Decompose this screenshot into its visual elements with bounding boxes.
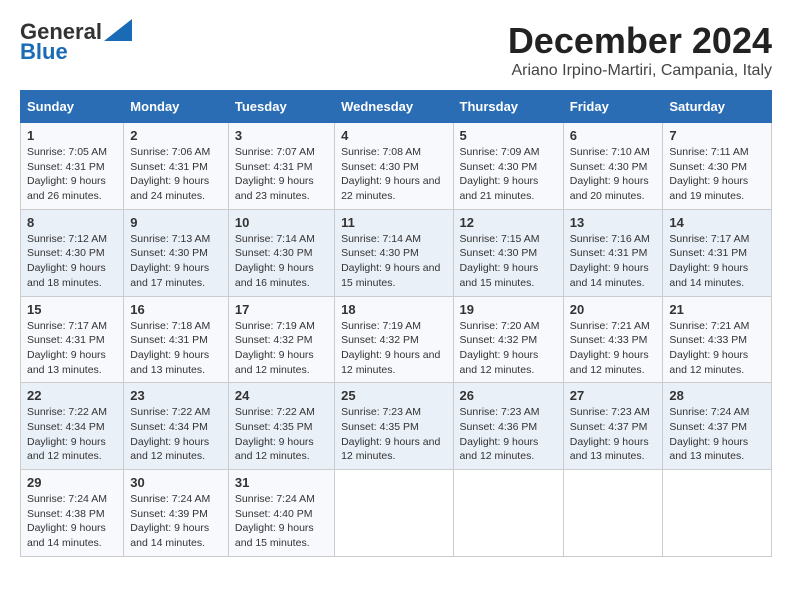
col-thursday: Thursday: [453, 91, 563, 123]
table-row: 6Sunrise: 7:10 AMSunset: 4:30 PMDaylight…: [563, 123, 663, 210]
week-row-1: 1Sunrise: 7:05 AMSunset: 4:31 PMDaylight…: [21, 123, 772, 210]
table-row: [335, 470, 453, 557]
table-row: 11Sunrise: 7:14 AMSunset: 4:30 PMDayligh…: [335, 209, 453, 296]
logo: General Blue: [20, 20, 132, 64]
table-row: 18Sunrise: 7:19 AMSunset: 4:32 PMDayligh…: [335, 296, 453, 383]
col-friday: Friday: [563, 91, 663, 123]
col-wednesday: Wednesday: [335, 91, 453, 123]
table-row: 3Sunrise: 7:07 AMSunset: 4:31 PMDaylight…: [228, 123, 334, 210]
week-row-5: 29Sunrise: 7:24 AMSunset: 4:38 PMDayligh…: [21, 470, 772, 557]
col-tuesday: Tuesday: [228, 91, 334, 123]
week-row-4: 22Sunrise: 7:22 AMSunset: 4:34 PMDayligh…: [21, 383, 772, 470]
table-row: 24Sunrise: 7:22 AMSunset: 4:35 PMDayligh…: [228, 383, 334, 470]
table-row: 15Sunrise: 7:17 AMSunset: 4:31 PMDayligh…: [21, 296, 124, 383]
table-row: 30Sunrise: 7:24 AMSunset: 4:39 PMDayligh…: [124, 470, 229, 557]
table-row: [663, 470, 772, 557]
table-row: 5Sunrise: 7:09 AMSunset: 4:30 PMDaylight…: [453, 123, 563, 210]
logo-blue-text: Blue: [20, 40, 68, 64]
table-row: 31Sunrise: 7:24 AMSunset: 4:40 PMDayligh…: [228, 470, 334, 557]
table-row: 19Sunrise: 7:20 AMSunset: 4:32 PMDayligh…: [453, 296, 563, 383]
col-saturday: Saturday: [663, 91, 772, 123]
page-title: December 2024: [508, 20, 772, 62]
table-row: [453, 470, 563, 557]
week-row-3: 15Sunrise: 7:17 AMSunset: 4:31 PMDayligh…: [21, 296, 772, 383]
table-row: 4Sunrise: 7:08 AMSunset: 4:30 PMDaylight…: [335, 123, 453, 210]
logo-icon: [104, 19, 132, 41]
table-row: 21Sunrise: 7:21 AMSunset: 4:33 PMDayligh…: [663, 296, 772, 383]
table-row: 20Sunrise: 7:21 AMSunset: 4:33 PMDayligh…: [563, 296, 663, 383]
table-row: 2Sunrise: 7:06 AMSunset: 4:31 PMDaylight…: [124, 123, 229, 210]
table-row: 1Sunrise: 7:05 AMSunset: 4:31 PMDaylight…: [21, 123, 124, 210]
col-sunday: Sunday: [21, 91, 124, 123]
table-row: 14Sunrise: 7:17 AMSunset: 4:31 PMDayligh…: [663, 209, 772, 296]
table-row: 13Sunrise: 7:16 AMSunset: 4:31 PMDayligh…: [563, 209, 663, 296]
table-row: [563, 470, 663, 557]
table-row: 7Sunrise: 7:11 AMSunset: 4:30 PMDaylight…: [663, 123, 772, 210]
title-section: December 2024 Ariano Irpino-Martiri, Cam…: [508, 20, 772, 80]
table-row: 27Sunrise: 7:23 AMSunset: 4:37 PMDayligh…: [563, 383, 663, 470]
week-row-2: 8Sunrise: 7:12 AMSunset: 4:30 PMDaylight…: [21, 209, 772, 296]
page-header: General Blue December 2024 Ariano Irpino…: [20, 20, 772, 80]
table-row: 26Sunrise: 7:23 AMSunset: 4:36 PMDayligh…: [453, 383, 563, 470]
calendar-table: Sunday Monday Tuesday Wednesday Thursday…: [20, 90, 772, 557]
table-row: 22Sunrise: 7:22 AMSunset: 4:34 PMDayligh…: [21, 383, 124, 470]
table-row: 23Sunrise: 7:22 AMSunset: 4:34 PMDayligh…: [124, 383, 229, 470]
table-row: 9Sunrise: 7:13 AMSunset: 4:30 PMDaylight…: [124, 209, 229, 296]
table-row: 16Sunrise: 7:18 AMSunset: 4:31 PMDayligh…: [124, 296, 229, 383]
header-row: Sunday Monday Tuesday Wednesday Thursday…: [21, 91, 772, 123]
table-row: 8Sunrise: 7:12 AMSunset: 4:30 PMDaylight…: [21, 209, 124, 296]
table-row: 12Sunrise: 7:15 AMSunset: 4:30 PMDayligh…: [453, 209, 563, 296]
table-row: 25Sunrise: 7:23 AMSunset: 4:35 PMDayligh…: [335, 383, 453, 470]
table-row: 28Sunrise: 7:24 AMSunset: 4:37 PMDayligh…: [663, 383, 772, 470]
col-monday: Monday: [124, 91, 229, 123]
table-row: 29Sunrise: 7:24 AMSunset: 4:38 PMDayligh…: [21, 470, 124, 557]
page-subtitle: Ariano Irpino-Martiri, Campania, Italy: [508, 62, 772, 80]
table-row: 10Sunrise: 7:14 AMSunset: 4:30 PMDayligh…: [228, 209, 334, 296]
table-row: 17Sunrise: 7:19 AMSunset: 4:32 PMDayligh…: [228, 296, 334, 383]
